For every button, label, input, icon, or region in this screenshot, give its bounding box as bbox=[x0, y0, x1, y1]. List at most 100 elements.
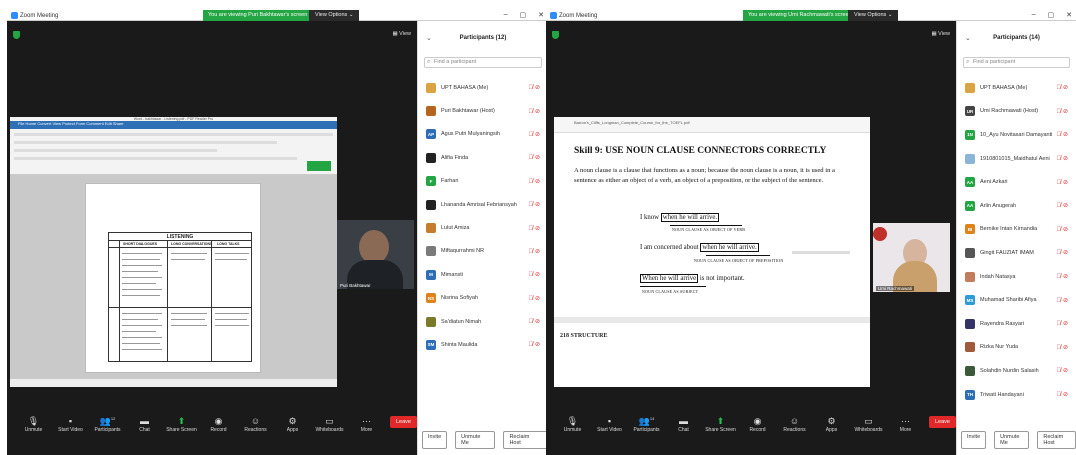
participant-row[interactable]: Alifia Finda 🎙̸⊘ bbox=[418, 146, 548, 169]
participant-row[interactable]: Indah Natasya 🎙̸⊘ bbox=[957, 265, 1076, 289]
avatar bbox=[965, 247, 975, 258]
participant-row[interactable]: UPT BAHASA (Me) 🎙̸⊘ bbox=[957, 76, 1076, 100]
mic-muted-icon: 🎙̸⊘ bbox=[528, 131, 542, 138]
unmute-me-button[interactable]: Unmute Me bbox=[994, 431, 1030, 449]
participant-row[interactable]: Solahdin Nurdin Salasih 🎙̸⊘ bbox=[957, 359, 1076, 383]
participant-row[interactable]: Miftaqurrahmi NR 🎙̸⊘ bbox=[418, 240, 548, 263]
participant-search-input[interactable]: Find a participant bbox=[424, 57, 542, 68]
participant-row[interactable]: Gingit FAUZIAT IMAM 🎙̸⊘ bbox=[957, 241, 1076, 265]
participant-video[interactable]: Umi Rachmawati bbox=[873, 223, 950, 292]
participants-button[interactable]: 👥12 Participants bbox=[89, 413, 126, 433]
close-icon[interactable]: ✕ bbox=[1066, 11, 1072, 19]
invite-button[interactable]: Invite bbox=[961, 431, 987, 449]
leave-button[interactable]: Leave bbox=[929, 416, 956, 428]
toolbar-label: Apps bbox=[286, 427, 299, 433]
participant-row[interactable]: AA Arlin Anugerah 🎙̸⊘ bbox=[957, 194, 1076, 218]
more-icon: ⋯ bbox=[901, 416, 910, 426]
unmute-button[interactable]: 🎙 Unmute bbox=[554, 415, 591, 433]
maximize-icon[interactable]: ▢ bbox=[1048, 11, 1055, 19]
participant-row[interactable]: BI Bernike Intan Kirnandia 🎙̸⊘ bbox=[957, 218, 1076, 242]
participant-row[interactable]: Puri Bakhtawar (Host) 🎙̸⊘ bbox=[418, 99, 548, 122]
participant-row[interactable]: SM Shinta Maulida 🎙̸⊘ bbox=[418, 333, 548, 356]
participant-video[interactable]: Puri Bakhtawar bbox=[337, 220, 414, 289]
participant-row[interactable]: Rizka Nur Yuda 🎙̸⊘ bbox=[957, 336, 1076, 360]
view-options-button[interactable]: View Options ⌄ bbox=[848, 10, 899, 21]
shield-icon bbox=[13, 31, 20, 39]
participant-row[interactable]: Sa'diatun Nimah 🎙̸⊘ bbox=[418, 310, 548, 333]
record-button[interactable]: ◉ Record bbox=[739, 415, 776, 433]
view-button[interactable]: ▦ View bbox=[392, 31, 411, 37]
reclaim-host-button[interactable]: Reclaim Host bbox=[1037, 431, 1076, 449]
participant-name: Umi Rachmawati (Host) bbox=[980, 108, 1039, 115]
apps-button[interactable]: ⚙ Apps bbox=[813, 415, 850, 433]
avatar bbox=[426, 199, 436, 210]
toolbar-label: Share Screen bbox=[705, 427, 736, 433]
reactions-button[interactable]: ☺ Reactions bbox=[776, 415, 813, 433]
avatar: F bbox=[426, 176, 436, 187]
leave-button[interactable]: Leave bbox=[390, 416, 417, 428]
unmute-me-button[interactable]: Unmute Me bbox=[455, 431, 496, 449]
view-options-button[interactable]: View Options ⌄ bbox=[309, 10, 360, 21]
example-2: I am concerned about when he will arrive… bbox=[640, 243, 759, 252]
toolbar-label: Reactions bbox=[244, 427, 267, 433]
participant-row[interactable]: F Farhan 🎙̸⊘ bbox=[418, 170, 548, 193]
whiteboards-button[interactable]: ▭ Whiteboards bbox=[850, 415, 887, 433]
participant-row[interactable]: AA Aeni Azkari 🎙̸⊘ bbox=[957, 170, 1076, 194]
whiteboard-icon: ▭ bbox=[864, 416, 873, 426]
participant-name: Indah Natasya bbox=[980, 273, 1016, 280]
participant-row[interactable]: NS Nisrina Sofiyah 🎙̸⊘ bbox=[418, 287, 548, 310]
minimize-icon[interactable]: – bbox=[1032, 11, 1036, 19]
shared-document[interactable]: Barron's_Cliffs_Longman_Complete_Course_… bbox=[554, 117, 870, 387]
participant-row[interactable]: Lulut Amiza 🎙̸⊘ bbox=[418, 216, 548, 239]
participant-row[interactable]: AP Agus Putri Mulyaningsih 🎙̸⊘ bbox=[418, 123, 548, 146]
participant-row[interactable]: Rayendra Rasyari 🎙̸⊘ bbox=[957, 312, 1076, 336]
reactions-button[interactable]: ☺ Reactions bbox=[237, 415, 274, 433]
minimize-icon[interactable]: – bbox=[504, 11, 508, 19]
participant-name: Arlin Anugerah bbox=[980, 202, 1017, 209]
participant-row[interactable]: Lhananda Amrisal Febriansyah 🎙̸⊘ bbox=[418, 193, 548, 216]
reclaim-host-button[interactable]: Reclaim Host bbox=[503, 431, 548, 449]
start-video-button[interactable]: ▪ Start Video bbox=[52, 415, 89, 433]
zoom-logo-icon bbox=[550, 12, 557, 19]
participants-button[interactable]: 👥14 Participants bbox=[628, 413, 665, 433]
participant-row[interactable]: M Mimansti 🎙̸⊘ bbox=[418, 263, 548, 286]
share-screen-button[interactable]: ⬆ Share Screen bbox=[163, 415, 200, 433]
participant-row[interactable]: UR Umi Rachmawati (Host) 🎙̸⊘ bbox=[957, 100, 1076, 124]
view-button[interactable]: ▦ View bbox=[931, 31, 950, 37]
chat-button[interactable]: ▬ Chat bbox=[126, 415, 163, 433]
participant-row[interactable]: 1910801015_Maidhatul Aeni 🎙̸⊘ bbox=[957, 147, 1076, 171]
more-icon: ⋯ bbox=[362, 416, 371, 426]
more-button[interactable]: ⋯ More bbox=[887, 415, 924, 433]
participant-name: Bernike Intan Kirnandia bbox=[980, 226, 1038, 233]
maximize-icon[interactable]: ▢ bbox=[520, 11, 527, 19]
chat-button[interactable]: ▬ Chat bbox=[665, 415, 702, 433]
participant-name: Sa'diatun Nimah bbox=[441, 318, 482, 325]
close-icon[interactable]: ✕ bbox=[538, 11, 544, 19]
unmute-button[interactable]: 🎙 Unmute bbox=[15, 415, 52, 433]
participant-row[interactable]: 1N 10_Ayu Novitasari Damayanti 🎙̸⊘ bbox=[957, 123, 1076, 147]
viewing-banner: You are viewing Puri Bakhtawar's screen bbox=[203, 10, 313, 21]
listening-table: LISTENING SHORT DIALOGUES LONG CONVERSAT… bbox=[108, 232, 252, 362]
record-button[interactable]: ◉ Record bbox=[200, 415, 237, 433]
participant-search-input[interactable]: Find a participant bbox=[963, 57, 1070, 68]
next-page: 218 STRUCTURE bbox=[554, 317, 870, 387]
document-menu: File Home Convert View Protect Form Comm… bbox=[18, 121, 124, 126]
participant-row[interactable]: MS Muhamad Sharibi Afiya 🎙̸⊘ bbox=[957, 288, 1076, 312]
participant-row[interactable]: TH Triwati Handayani 🎙̸⊘ bbox=[957, 383, 1076, 407]
invite-button[interactable]: Invite bbox=[422, 431, 448, 449]
shared-document[interactable]: Word - bakhtawar - Listening.pdf - PDF R… bbox=[10, 117, 337, 387]
avatar bbox=[965, 365, 975, 376]
skill-paragraph: A noun clause is a clause that functions… bbox=[574, 167, 835, 184]
avatar bbox=[426, 223, 436, 234]
whiteboards-button[interactable]: ▭ Whiteboards bbox=[311, 415, 348, 433]
more-button[interactable]: ⋯ More bbox=[348, 415, 385, 433]
share-screen-button[interactable]: ⬆ Share Screen bbox=[702, 415, 739, 433]
participant-row[interactable]: UPT BAHASA (Me) 🎙̸⊘ bbox=[418, 76, 548, 99]
start-video-button[interactable]: ▪ Start Video bbox=[591, 415, 628, 433]
avatar: UR bbox=[965, 106, 975, 117]
app-title: Zoom Meeting bbox=[559, 12, 598, 19]
green-tab-icon bbox=[307, 161, 331, 171]
share-icon: ⬆ bbox=[177, 416, 186, 426]
apps-button[interactable]: ⚙ Apps bbox=[274, 415, 311, 433]
shared-screen-stage: ▦ View Word - bakhtawar - Listening.pdf … bbox=[7, 21, 417, 433]
